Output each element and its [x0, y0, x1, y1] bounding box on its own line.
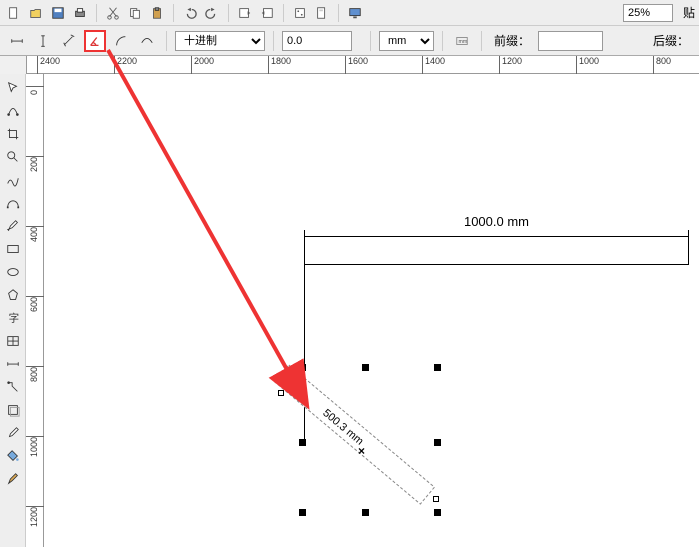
dim-radius-icon[interactable] [110, 30, 132, 52]
open-icon[interactable] [26, 3, 46, 23]
selection-handle[interactable] [299, 439, 306, 446]
crop-tool-icon[interactable] [2, 123, 24, 145]
save-icon[interactable] [48, 3, 68, 23]
connector-tool-icon[interactable] [2, 376, 24, 398]
rectangle-tool-icon[interactable] [2, 238, 24, 260]
selection-handle[interactable] [434, 509, 441, 516]
zoom-input[interactable] [623, 4, 673, 22]
dimension-text: 1000.0 mm [462, 214, 531, 229]
svg-text:mm: mm [459, 38, 468, 44]
dim-horizontal-icon[interactable] [6, 30, 28, 52]
selection-handle[interactable] [299, 364, 306, 371]
decimal-style-select[interactable]: 十进制 [175, 31, 265, 51]
zoom-tool-icon[interactable] [2, 146, 24, 168]
selection-handle[interactable] [434, 364, 441, 371]
selection-handle[interactable] [299, 509, 306, 516]
cut-icon[interactable] [103, 3, 123, 23]
main-toolbar: 贴 [0, 0, 699, 26]
text-tool-icon[interactable]: 字 [2, 307, 24, 329]
outline-tool-icon[interactable] [2, 468, 24, 490]
ellipse-tool-icon[interactable] [2, 261, 24, 283]
paste-icon[interactable] [147, 3, 167, 23]
dimension-tool-icon[interactable] [2, 353, 24, 375]
dim-parallel-icon[interactable] [58, 30, 80, 52]
suffix-label: 后缀： [653, 32, 689, 49]
selection-handle[interactable] [362, 364, 369, 371]
copy-icon[interactable] [125, 3, 145, 23]
fill-tool-icon[interactable] [2, 445, 24, 467]
print-icon[interactable] [70, 3, 90, 23]
pick-tool-icon[interactable] [2, 77, 24, 99]
ruler-vertical: 0 200 400 600 800 1000 1200 [26, 74, 44, 547]
selection-center-icon[interactable]: × [358, 444, 365, 458]
rotate-handle[interactable] [295, 378, 301, 384]
paste-label: 贴 [683, 4, 695, 21]
unit-select[interactable]: mm [379, 31, 434, 51]
value-input[interactable] [282, 31, 352, 51]
canvas[interactable]: 1000.0 mm 500.3 mm × [44, 74, 699, 547]
table-tool-icon[interactable] [2, 330, 24, 352]
toolbox: 字 [0, 74, 26, 547]
rotate-handle[interactable] [433, 496, 439, 502]
options-icon[interactable] [290, 3, 310, 23]
dim-angle-icon[interactable] [84, 30, 106, 52]
import-icon[interactable] [235, 3, 255, 23]
display-icon[interactable] [345, 3, 365, 23]
page-icon[interactable] [312, 3, 332, 23]
eyedrop-tool-icon[interactable] [2, 422, 24, 444]
rotate-handle[interactable] [278, 390, 284, 396]
show-units-icon[interactable]: mm [451, 30, 473, 52]
new-icon[interactable] [4, 3, 24, 23]
redo-icon[interactable] [202, 3, 222, 23]
pen-tool-icon[interactable] [2, 215, 24, 237]
shape-tool-icon[interactable] [2, 100, 24, 122]
export-icon[interactable] [257, 3, 277, 23]
bezier-tool-icon[interactable] [2, 192, 24, 214]
undo-icon[interactable] [180, 3, 200, 23]
prefix-input[interactable] [538, 31, 603, 51]
selection-handle[interactable] [362, 509, 369, 516]
dim-curve-icon[interactable] [136, 30, 158, 52]
polygon-tool-icon[interactable] [2, 284, 24, 306]
svg-text:字: 字 [8, 312, 19, 325]
ruler-horizontal: 2400 2200 2000 1800 1600 1400 1200 1000 … [26, 56, 699, 74]
prefix-label: 前缀： [494, 32, 530, 49]
dim-vertical-icon[interactable] [32, 30, 54, 52]
dimension-toolbar: 十进制 mm mm 前缀： 后缀： [0, 26, 699, 56]
selection-handle[interactable] [434, 439, 441, 446]
freehand-tool-icon[interactable] [2, 169, 24, 191]
effects-tool-icon[interactable] [2, 399, 24, 421]
